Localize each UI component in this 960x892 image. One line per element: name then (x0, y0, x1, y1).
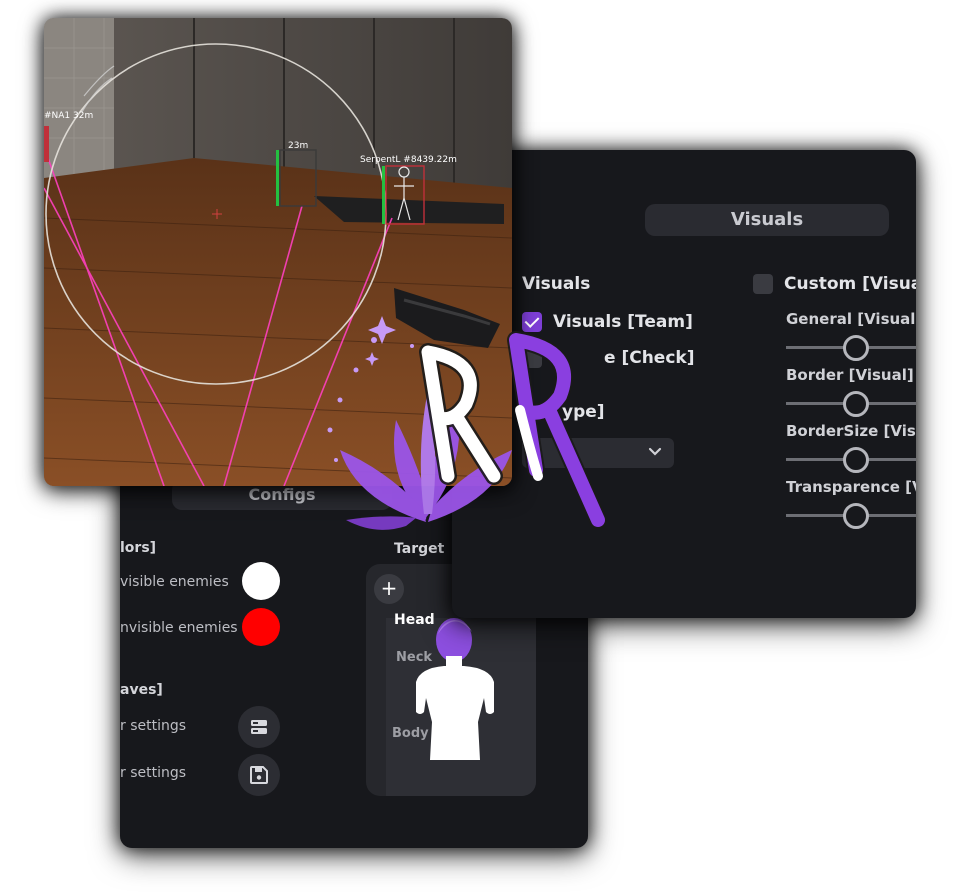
body-silhouette-icon (416, 618, 494, 760)
server-icon (251, 720, 267, 734)
invisible-enemies-label: nvisible enemies (120, 620, 238, 636)
slider-knob-general[interactable] (843, 335, 869, 361)
slider-label-general: General [Visual] (786, 310, 916, 328)
esp-label-right: SerpentL #8439.22m (360, 155, 457, 165)
chevron-down-icon (648, 447, 662, 456)
colors-section-label: lors] (120, 540, 157, 556)
save-settings-button[interactable] (238, 754, 280, 796)
slider-label-transparence: Transparence [Vis (786, 478, 916, 496)
tab-visuals[interactable]: Visuals (645, 204, 889, 236)
brand-logo (327, 316, 607, 530)
slider-knob-border[interactable] (843, 391, 869, 417)
visible-enemies-color-swatch[interactable] (242, 562, 280, 600)
load-settings-label: r settings (120, 718, 187, 734)
visible-enemies-label: visible enemies (120, 574, 229, 590)
custom-visual-checkbox[interactable] (753, 274, 773, 294)
target-title: Target (394, 541, 445, 557)
visuals-section-label: Visuals (522, 274, 591, 294)
slider-knob-transparence[interactable] (843, 503, 869, 529)
esp-label-middle: 23m (288, 141, 308, 151)
floppy-disk-icon (250, 766, 268, 784)
save-settings-label: r settings (120, 765, 187, 781)
esp-label-left: #NA1 32m (44, 111, 93, 121)
slider-label-bordersize: BorderSize [Visua (786, 422, 916, 440)
slider-knob-bordersize[interactable] (843, 447, 869, 473)
saves-section-label: aves] (120, 682, 163, 698)
load-settings-button[interactable] (238, 706, 280, 748)
add-target-button[interactable]: + (374, 574, 404, 604)
custom-visual-label: Custom [Visual (784, 274, 916, 294)
invisible-enemies-color-swatch[interactable] (242, 608, 280, 646)
slider-label-border: Border [Visual] (786, 366, 914, 384)
